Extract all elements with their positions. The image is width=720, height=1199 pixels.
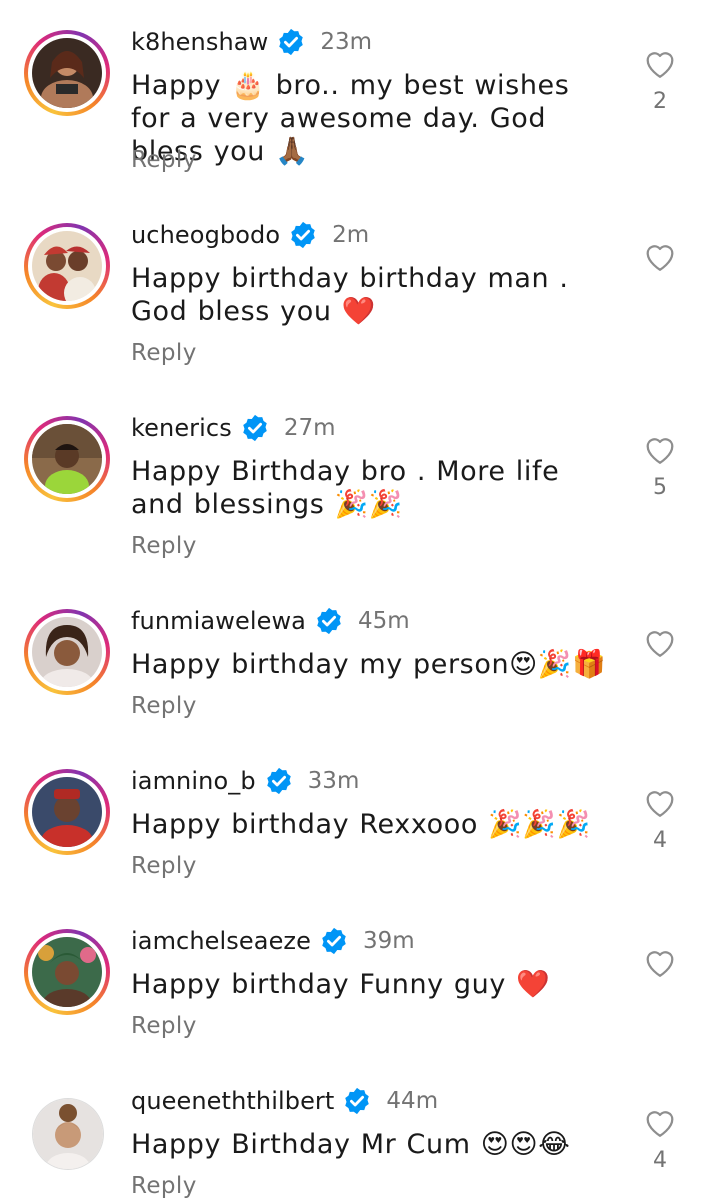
username[interactable]: iamnino_b: [131, 767, 256, 795]
timestamp: 33m: [307, 768, 360, 794]
comment-text: Happy Birthday bro . More life and bless…: [131, 456, 560, 520]
avatar-photo-icon: [32, 617, 102, 687]
timestamp: 44m: [386, 1088, 439, 1114]
comment-text: Happy birthday my person😍🎉🎁: [131, 649, 607, 680]
verified-badge-icon: [342, 1086, 372, 1116]
reply-button[interactable]: Reply: [131, 340, 197, 366]
like-count: 2: [653, 89, 667, 114]
avatar[interactable]: [24, 769, 110, 855]
avatar-photo-icon: [32, 777, 102, 847]
avatar[interactable]: [32, 1098, 104, 1170]
comment-text: Happy birthday birthday man . God bless …: [131, 263, 569, 327]
timestamp: 27m: [283, 415, 336, 441]
timestamp: 45m: [358, 608, 410, 634]
heart-outline-icon[interactable]: [641, 239, 679, 275]
heart-outline-icon[interactable]: [641, 432, 679, 468]
avatar-photo-icon: [32, 937, 102, 1007]
like-count: 4: [653, 828, 667, 853]
reply-button[interactable]: Reply: [131, 1173, 197, 1199]
username[interactable]: iamchelseaeze: [131, 927, 311, 955]
reply-button[interactable]: Reply: [131, 147, 197, 173]
username[interactable]: funmiawelewa: [131, 607, 306, 635]
like-count: 5: [653, 475, 667, 500]
username[interactable]: ucheogbodo: [131, 221, 280, 249]
verified-badge-icon: [288, 220, 318, 250]
timestamp: 39m: [363, 928, 415, 954]
heart-outline-icon[interactable]: [641, 1105, 679, 1141]
heart-outline-icon[interactable]: [641, 625, 679, 661]
avatar-photo-icon: [32, 424, 102, 494]
verified-badge-icon: [314, 606, 344, 636]
username[interactable]: queeneththilbert: [131, 1087, 334, 1115]
avatar[interactable]: [24, 929, 110, 1015]
reply-button[interactable]: Reply: [131, 693, 197, 719]
verified-badge-icon: [240, 413, 270, 443]
avatar[interactable]: [24, 223, 110, 309]
avatar-photo-icon: [33, 1099, 103, 1169]
username[interactable]: kenerics: [131, 414, 232, 442]
avatar[interactable]: [24, 416, 110, 502]
verified-badge-icon: [319, 926, 349, 956]
comment-text: Happy birthday Funny guy ❤️: [131, 969, 551, 1000]
reply-button[interactable]: Reply: [131, 1013, 197, 1039]
avatar[interactable]: [24, 30, 110, 116]
verified-badge-icon: [264, 766, 294, 796]
timestamp: 2m: [332, 222, 370, 248]
heart-outline-icon[interactable]: [641, 945, 679, 981]
avatar[interactable]: [24, 609, 110, 695]
like-count: 4: [653, 1148, 667, 1173]
reply-button[interactable]: Reply: [131, 533, 197, 559]
heart-outline-icon[interactable]: [641, 785, 679, 821]
avatar-photo-icon: [32, 38, 102, 108]
comment-text: Happy birthday Rexxooo 🎉🎉🎉: [131, 809, 591, 840]
comment-text: Happy 🎂 bro.. my best wishes for a very …: [131, 70, 570, 167]
heart-outline-icon[interactable]: [641, 46, 679, 82]
username[interactable]: k8henshaw: [131, 28, 268, 56]
verified-badge-icon: [276, 27, 306, 57]
avatar-photo-icon: [32, 231, 102, 301]
timestamp: 23m: [320, 29, 372, 55]
comment-text: Happy Birthday Mr Cum 😍😍😂: [131, 1129, 571, 1160]
reply-button[interactable]: Reply: [131, 853, 197, 879]
